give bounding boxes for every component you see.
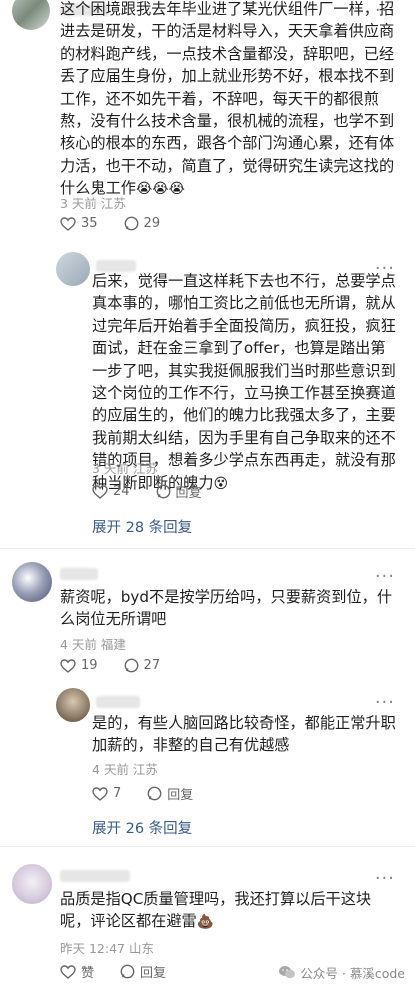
comment-body: 这个困境跟我去年毕业进了某光伏组件厂一样，招进去是研发，干的活是材料导入，天天拿… — [60, 0, 395, 198]
comment-bubble-icon — [147, 786, 162, 801]
reply-button[interactable]: 回复 — [156, 482, 202, 501]
username[interactable] — [60, 870, 130, 882]
like-button[interactable]: 赞 — [60, 962, 94, 981]
avatar[interactable] — [12, 0, 50, 30]
heart-icon — [60, 216, 76, 231]
comment-meta: 4 天前 江苏 — [92, 762, 158, 777]
reply-button[interactable]: 27 — [124, 658, 160, 673]
like-button[interactable]: 24 — [92, 484, 130, 499]
comment-meta: 4 天前 福建 — [60, 637, 126, 652]
more-options-icon[interactable]: ··· — [375, 568, 395, 586]
expand-replies-link[interactable]: 展开 28 条回复 — [92, 516, 192, 537]
comment-bubble-icon — [120, 964, 135, 979]
reply-button[interactable]: 29 — [124, 216, 160, 231]
comment-bubble-icon — [156, 484, 170, 499]
comment-actions: 赞 回复 — [60, 962, 192, 981]
divider — [0, 548, 415, 549]
divider — [0, 846, 415, 847]
comment-actions: 19 27 — [60, 658, 186, 673]
comment-bubble-icon — [124, 216, 138, 231]
poop-emoji: 💩 — [196, 914, 215, 931]
comment-meta: 3 天前 江苏 — [92, 461, 158, 476]
more-options-icon[interactable]: ··· — [375, 870, 395, 888]
comment-meta: 3 天前 江苏 — [60, 196, 126, 211]
username[interactable] — [60, 568, 98, 580]
comment-text: 这个困境跟我去年毕业进了某光伏组件厂一样，招进去是研发，干的活是材料导入，天天拿… — [60, 0, 400, 201]
comment-text: 薪资呢，byd不是按学历给吗，只要薪资到位，什么岗位无所谓吧 — [60, 588, 393, 629]
avatar[interactable] — [12, 864, 52, 904]
comment-actions: 7 回复 — [92, 784, 219, 803]
heart-icon — [60, 964, 76, 979]
wechat-icon — [279, 966, 296, 979]
crying-emoji: 😭😭😭 — [135, 181, 186, 198]
watermark: 公众号 · 慕溪code — [278, 963, 405, 982]
comment-actions: 24 回复 — [92, 482, 228, 501]
comment-bubble-icon — [124, 658, 138, 673]
more-options-icon[interactable]: ··· — [375, 694, 395, 712]
reply-button[interactable]: 回复 — [147, 784, 193, 803]
avatar[interactable] — [56, 688, 90, 722]
username[interactable] — [96, 696, 140, 708]
avatar[interactable] — [12, 562, 52, 602]
comment-text: 品质是指QC质量管理吗，我还打算以后干这块呢，评论区都在避雷💩 — [60, 888, 400, 934]
reply-button[interactable]: 回复 — [120, 962, 166, 981]
heart-icon — [92, 786, 108, 801]
like-button[interactable]: 7 — [92, 786, 121, 801]
expand-replies-link[interactable]: 展开 26 条回复 — [92, 817, 192, 838]
comment-text: 是的，有些人脑回路比较奇怪，都能正常升职加薪的，非整的自己有优越感 — [92, 714, 396, 755]
comment-actions: 35 29 — [60, 216, 186, 231]
heart-icon — [60, 658, 76, 673]
heart-icon — [92, 484, 108, 499]
like-button[interactable]: 35 — [60, 216, 98, 231]
avatar[interactable] — [56, 252, 90, 286]
like-button[interactable]: 19 — [60, 658, 98, 673]
comment-meta: 昨天 12:47 山东 — [60, 941, 154, 956]
comment-body: 品质是指QC质量管理吗，我还打算以后干这块呢，评论区都在避雷 — [60, 890, 372, 931]
